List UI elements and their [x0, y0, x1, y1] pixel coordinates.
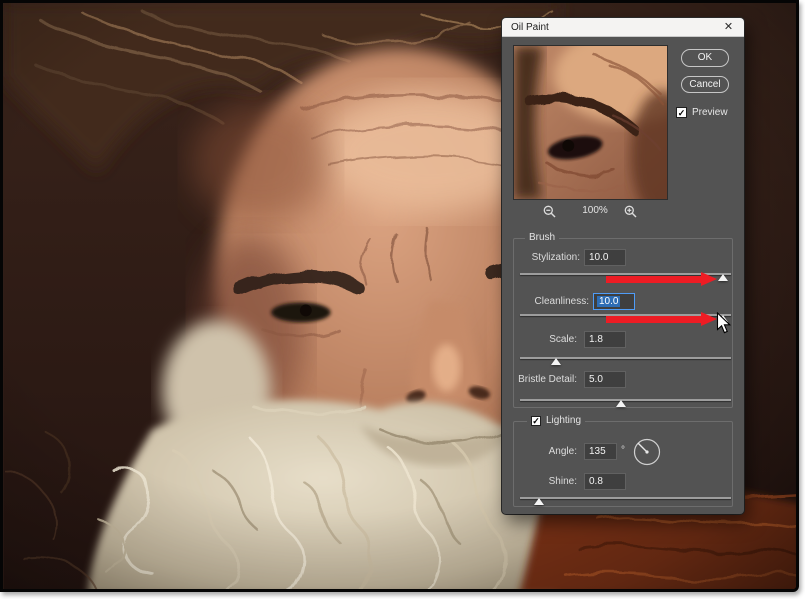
zoom-out-icon[interactable]	[543, 205, 556, 218]
oil-paint-dialog: Oil Paint ✕	[502, 18, 744, 514]
cleanliness-value-selected: 10.0	[597, 296, 620, 307]
arrow-shaft	[606, 316, 701, 323]
brush-group-legend: Brush	[525, 232, 559, 243]
bristle-detail-slider[interactable]	[520, 397, 731, 408]
zoom-level[interactable]: 100%	[572, 205, 618, 216]
filter-preview-thumbnail[interactable]	[513, 45, 668, 200]
lighting-group-legend: ✓ Lighting	[527, 415, 585, 426]
dialog-titlebar[interactable]: Oil Paint ✕	[502, 18, 744, 37]
scale-input[interactable]: 1.8	[584, 331, 626, 348]
lighting-label: Lighting	[546, 415, 581, 426]
dialog-title: Oil Paint	[511, 22, 549, 33]
degree-symbol: °	[621, 445, 625, 456]
shine-slider[interactable]	[520, 495, 731, 506]
stylization-value: 10.0	[589, 252, 608, 263]
bristle-detail-value: 5.0	[589, 374, 603, 385]
preview-label: Preview	[692, 107, 728, 118]
stylization-slider-thumb[interactable]	[718, 274, 728, 281]
shine-input[interactable]: 0.8	[584, 473, 626, 490]
preview-zoom-controls: 100%	[502, 204, 744, 220]
preview-eye-crop	[514, 46, 667, 199]
scale-value: 1.8	[589, 334, 603, 345]
angle-input[interactable]: 135	[584, 443, 617, 460]
arrow-head	[701, 272, 717, 286]
cleanliness-label: Cleanliness:	[502, 296, 589, 307]
bristle-detail-label: Bristle Detail:	[502, 374, 577, 385]
slider-track[interactable]	[520, 497, 731, 499]
close-icon[interactable]: ✕	[722, 21, 735, 34]
stylization-input[interactable]: 10.0	[584, 249, 626, 266]
angle-label: Angle:	[502, 446, 577, 457]
arrow-shaft	[606, 276, 701, 283]
screenshot-stage: Oil Paint ✕	[0, 0, 805, 599]
cancel-button[interactable]: Cancel	[681, 76, 729, 93]
mouse-cursor-icon	[716, 312, 732, 334]
shine-label: Shine:	[502, 476, 577, 487]
annotation-arrow-stylization	[606, 272, 717, 287]
scale-label: Scale:	[502, 334, 577, 345]
lighting-checkbox[interactable]: ✓	[531, 416, 541, 426]
angle-value: 135	[589, 446, 606, 457]
preview-checkbox[interactable]: ✓	[676, 107, 687, 118]
stylization-label: Stylization:	[502, 252, 580, 263]
ok-button[interactable]: OK	[681, 49, 729, 67]
shine-slider-thumb[interactable]	[534, 498, 544, 505]
shine-value: 0.8	[589, 476, 603, 487]
annotation-arrow-cleanliness	[606, 312, 717, 327]
zoom-in-icon[interactable]	[624, 205, 637, 218]
bristle-detail-slider-thumb[interactable]	[616, 400, 626, 407]
scale-slider-thumb[interactable]	[551, 358, 561, 365]
angle-dial[interactable]	[633, 438, 661, 466]
bristle-detail-input[interactable]: 5.0	[584, 371, 626, 388]
cleanliness-input[interactable]: 10.0	[593, 293, 635, 310]
arrow-head	[701, 312, 717, 326]
scale-slider[interactable]	[520, 355, 731, 366]
preview-toggle[interactable]: ✓ Preview	[676, 107, 728, 118]
